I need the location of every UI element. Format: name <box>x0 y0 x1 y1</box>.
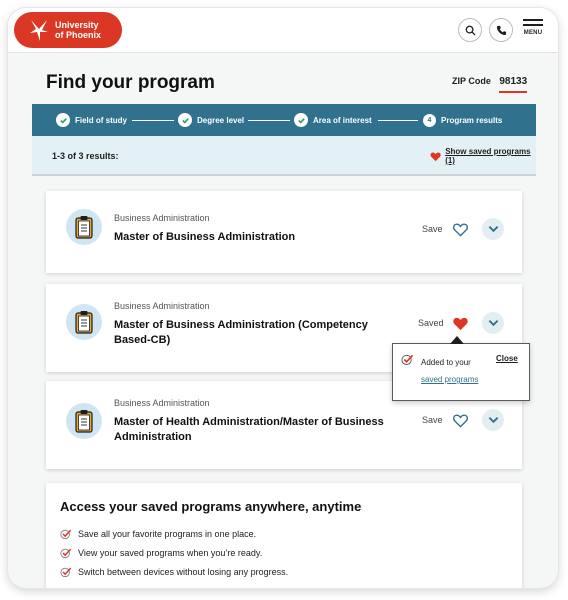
heart-outline-icon <box>452 414 468 428</box>
promo-bullet-text: View your saved programs when you’re rea… <box>78 548 263 558</box>
menu-button[interactable]: MENU <box>520 16 546 44</box>
program-category: Business Administration <box>114 301 210 311</box>
program-category: Business Administration <box>114 398 210 408</box>
step-check-icon <box>56 113 70 127</box>
heart-outline-icon <box>452 223 468 237</box>
expand-chevron-button[interactable] <box>482 312 504 334</box>
phoenix-logo-icon <box>30 20 48 41</box>
saved-confirmation-popup: Added to your saved programs Close <box>392 336 530 401</box>
chevron-down-icon <box>488 320 498 327</box>
promo-bullet-text: Save all your favorite programs in one p… <box>78 529 257 539</box>
expand-chevron-button[interactable] <box>482 218 504 240</box>
saved-label: Saved <box>418 318 444 328</box>
program-category: Business Administration <box>114 213 210 223</box>
phone-button[interactable] <box>489 18 513 42</box>
zip-label: ZIP Code <box>452 76 491 86</box>
site-header: University of Phoenix MENU <box>8 8 558 53</box>
progress-stepper: Field of study Degree level Area of inte… <box>32 104 536 136</box>
save-heart-button[interactable] <box>450 410 470 430</box>
show-saved-programs-link[interactable]: Show saved programs (1) <box>430 147 536 165</box>
zip-code[interactable]: ZIP Code 98133 <box>452 76 528 93</box>
step-degree-level[interactable]: Degree level <box>178 104 244 136</box>
popup-close-button[interactable]: Close <box>496 354 518 363</box>
app-frame: University of Phoenix MENU Find your pro… <box>8 8 558 588</box>
step-check-icon <box>178 113 192 127</box>
promo-bullet: Save all your favorite programs in one p… <box>60 528 256 540</box>
popup-message: Added to your saved programs <box>421 354 478 388</box>
menu-label: MENU <box>523 30 543 36</box>
popup-arrow <box>450 336 464 344</box>
promo-bullet: View your saved programs when you’re rea… <box>60 547 262 559</box>
zip-value[interactable]: 98133 <box>499 76 528 93</box>
expand-chevron-button[interactable] <box>482 409 504 431</box>
saved-programs-link[interactable]: saved programs <box>421 371 478 388</box>
step-check-icon <box>294 113 308 127</box>
results-count: 1-3 of 3 results: <box>52 151 119 161</box>
program-card[interactable]: Business Administration Master of Busine… <box>46 191 522 273</box>
promo-title: Access your saved programs anywhere, any… <box>60 499 362 514</box>
save-label: Save <box>422 415 443 425</box>
results-bar: 1-3 of 3 results: Show saved programs (1… <box>32 136 536 176</box>
promo-bullet: Switch between devices without losing an… <box>60 566 288 578</box>
clipboard-icon <box>66 304 102 340</box>
menu-bar <box>523 24 543 26</box>
step-connector <box>248 120 290 121</box>
step-number: 4 <box>423 113 436 127</box>
step-connector <box>132 120 174 121</box>
chevron-down-icon <box>488 417 498 424</box>
step-label: Program results <box>441 115 503 125</box>
clipboard-icon <box>66 403 102 439</box>
save-label: Save <box>422 224 443 234</box>
logo-line1: University <box>55 20 99 30</box>
phone-icon <box>496 25 506 35</box>
saved-programs-promo: Access your saved programs anywhere, any… <box>46 483 522 588</box>
university-logo[interactable]: University of Phoenix <box>14 12 122 48</box>
promo-bullet-text: Switch between devices without losing an… <box>78 567 289 577</box>
search-button[interactable] <box>458 18 482 42</box>
checkmark-circle-icon <box>401 353 414 371</box>
search-icon <box>465 25 476 36</box>
save-heart-button[interactable] <box>450 219 470 239</box>
page-title: Find your program <box>46 72 215 93</box>
menu-bar <box>523 19 543 21</box>
program-name[interactable]: Master of Business Administration (Compe… <box>114 318 404 348</box>
heart-icon <box>430 152 441 161</box>
program-name[interactable]: Master of Business Administration <box>114 230 404 245</box>
step-program-results: 4 Program results <box>423 104 502 136</box>
step-label: Area of interest <box>313 115 372 125</box>
step-area-of-interest[interactable]: Area of interest <box>294 104 372 136</box>
logo-text: University of Phoenix <box>55 20 101 40</box>
saved-link-label: Show saved programs (1) <box>445 147 531 165</box>
step-label: Degree level <box>197 115 245 125</box>
checkmark-circle-icon <box>60 567 72 578</box>
step-label: Field of study <box>75 115 127 125</box>
heart-filled-icon <box>452 317 468 330</box>
step-connector <box>378 120 418 121</box>
checkmark-circle-icon <box>60 548 72 559</box>
popup-line: Added to your <box>421 358 471 367</box>
program-name[interactable]: Master of Health Administration/Master o… <box>114 415 404 445</box>
checkmark-circle-icon <box>60 529 72 540</box>
chevron-down-icon <box>488 226 498 233</box>
saved-heart-button[interactable] <box>450 313 470 333</box>
step-field-of-study[interactable]: Field of study <box>56 104 127 136</box>
clipboard-icon <box>66 209 102 245</box>
logo-line2: of Phoenix <box>55 30 102 40</box>
